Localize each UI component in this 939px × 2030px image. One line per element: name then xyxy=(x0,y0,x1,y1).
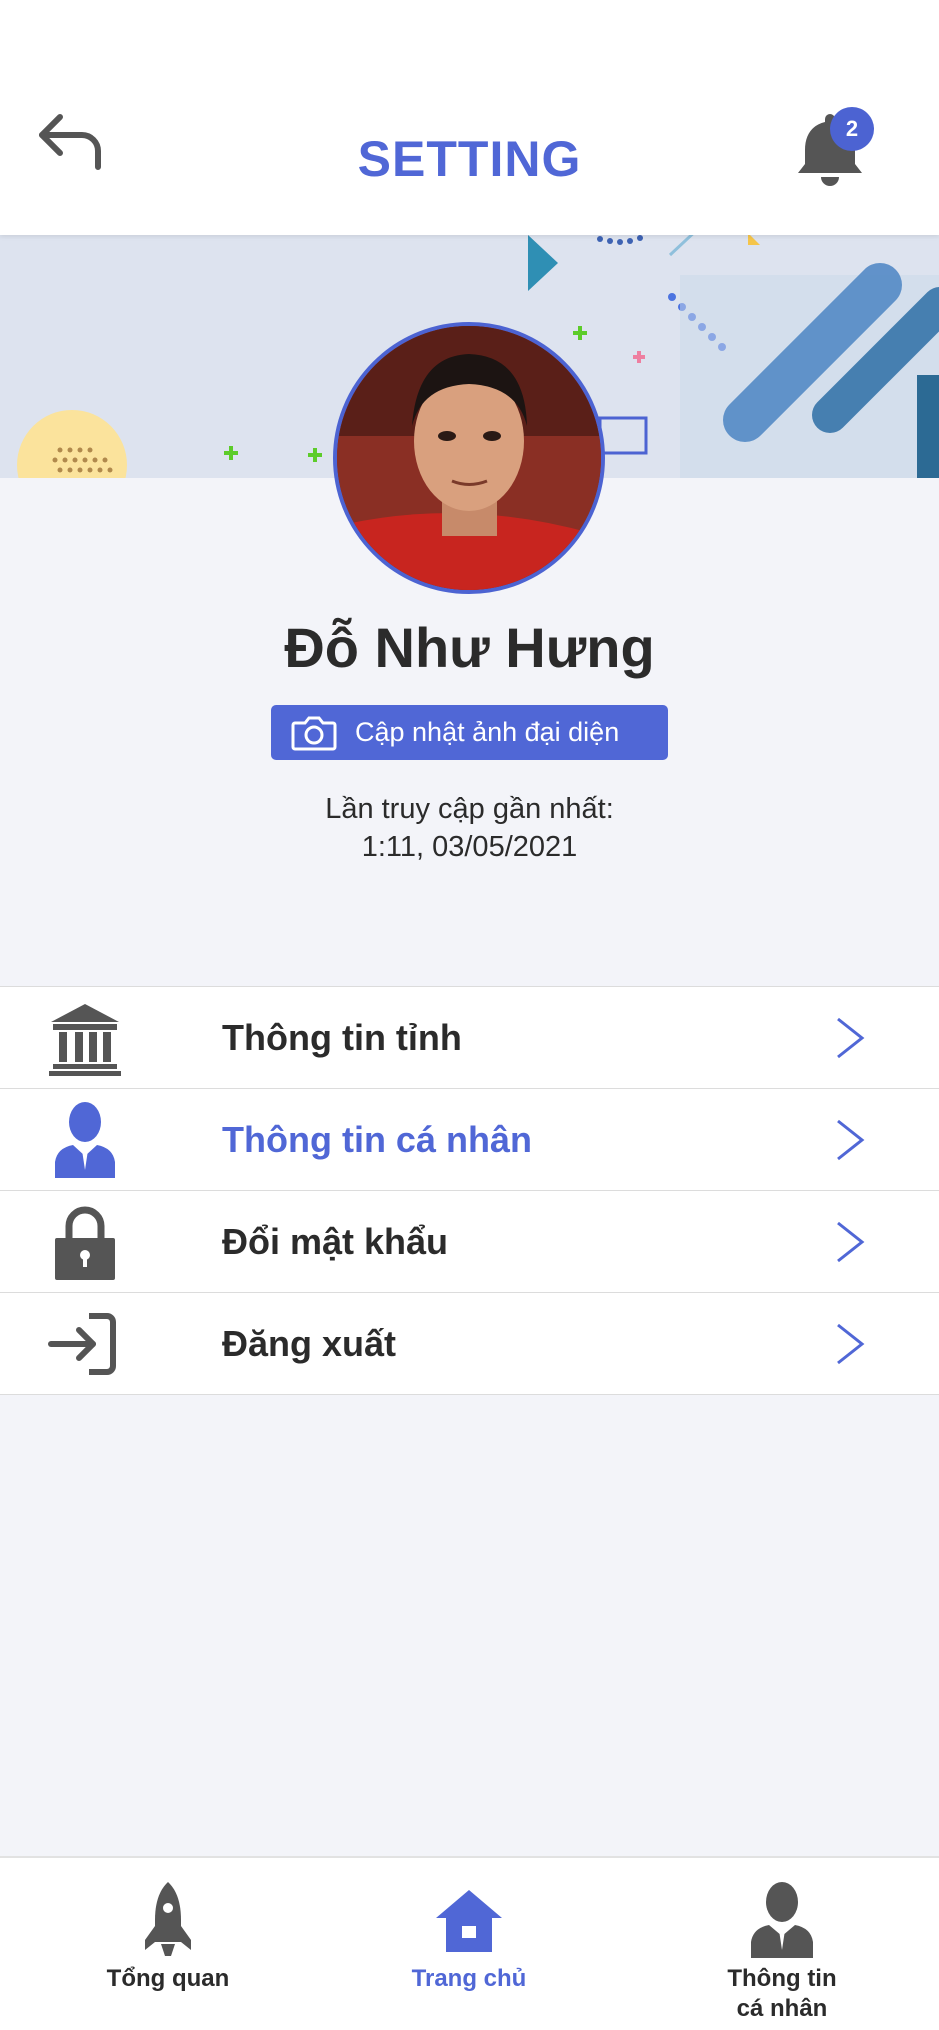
camera-icon xyxy=(291,716,337,750)
settings-menu: Thông tin tỉnh Thông tin cá nhân Đổi mật… xyxy=(0,986,939,1395)
menu-item-change-password[interactable]: Đổi mật khẩu xyxy=(0,1191,939,1293)
last-access-value: 1:11, 03/05/2021 xyxy=(361,831,578,863)
last-access-label: Lần truy cập gần nhất: xyxy=(325,793,614,825)
rocket-icon xyxy=(145,1882,191,1956)
app-header: SETTING 2 xyxy=(0,0,939,235)
chevron-right-icon xyxy=(837,1119,865,1160)
nav-item-label-line2: cá nhân xyxy=(736,1995,828,2022)
nav-item-overview[interactable]: Tổng quan xyxy=(48,1880,288,1994)
menu-item-label: Đổi mật khẩu xyxy=(222,1220,449,1262)
nav-item-label: Trang chủ xyxy=(411,1965,527,1992)
update-avatar-label: Cập nhật ảnh đại diện xyxy=(355,717,620,747)
avatar-photo xyxy=(337,326,601,590)
nav-item-home[interactable]: Trang chủ xyxy=(349,1880,589,1994)
user-icon xyxy=(751,1882,813,1958)
building-icon xyxy=(49,1003,121,1076)
logout-icon xyxy=(48,1312,116,1375)
menu-item-label: Đăng xuất xyxy=(222,1322,397,1364)
bottom-navigation: Tổng quan Trang chủ Thông tin cá nhân xyxy=(0,1856,939,2030)
update-avatar-button[interactable]: Cập nhật ảnh đại diện xyxy=(271,705,668,760)
chevron-right-icon xyxy=(837,1221,865,1262)
user-icon xyxy=(55,1101,115,1178)
user-name: Đỗ Như Hưng xyxy=(284,616,655,679)
menu-item-province-info[interactable]: Thông tin tỉnh xyxy=(0,987,939,1089)
profile-avatar xyxy=(333,322,605,594)
lock-icon xyxy=(55,1206,115,1280)
notification-badge: 2 xyxy=(830,107,874,151)
nav-item-personal-info[interactable]: Thông tin cá nhân xyxy=(662,1880,902,2024)
menu-item-label: Thông tin cá nhân xyxy=(222,1118,532,1160)
menu-item-logout[interactable]: Đăng xuất xyxy=(0,1293,939,1395)
chevron-right-icon xyxy=(837,1017,865,1058)
menu-item-personal-info[interactable]: Thông tin cá nhân xyxy=(0,1089,939,1191)
home-icon xyxy=(436,1890,502,1952)
chevron-right-icon xyxy=(837,1323,865,1364)
menu-item-label: Thông tin tỉnh xyxy=(222,1016,462,1058)
nav-item-label: Tổng quan xyxy=(106,1965,230,1992)
nav-item-label-line1: Thông tin xyxy=(727,1965,837,1992)
nav-item-label: Thông tin cá nhân xyxy=(662,1964,902,2024)
last-access: Lần truy cập gần nhất: 1:11, 03/05/2021 xyxy=(0,790,939,866)
